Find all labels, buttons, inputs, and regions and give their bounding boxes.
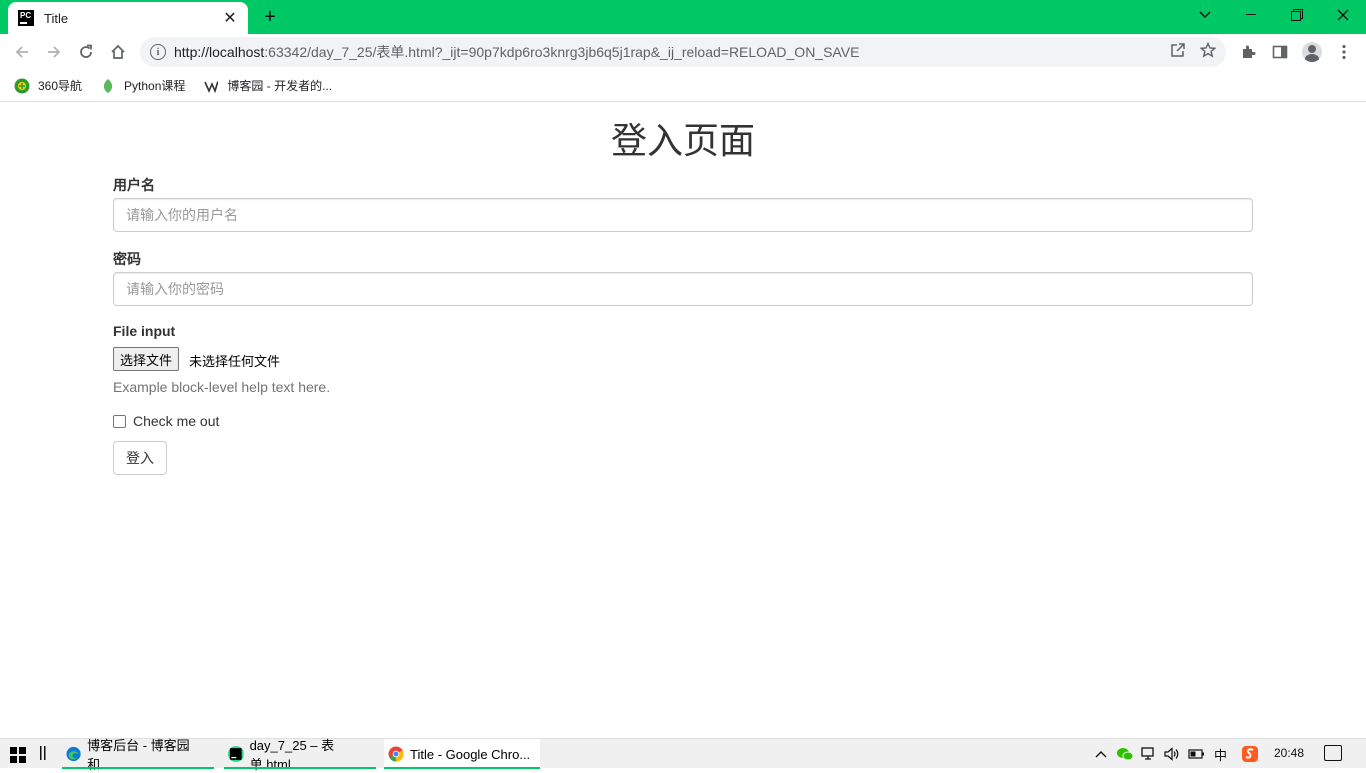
battery-icon[interactable] [1188,739,1206,769]
page-viewport: 登入页面 用户名 密码 File input 选择文件 未选择任何文件 Exam… [0,103,1366,738]
ime-indicator[interactable]: 中 [1214,739,1227,769]
close-window-icon[interactable] [1320,0,1366,30]
pycharm-taskbar-icon [228,746,244,762]
task-label: day_7_25 – 表单.html [249,738,335,772]
help-text: Example block-level help text here. [113,379,331,395]
new-tab-button[interactable]: + [258,6,282,28]
tab-search-icon[interactable] [1182,0,1228,30]
username-input[interactable] [113,198,1253,232]
tray-overflow-icon[interactable] [1094,739,1108,769]
close-tab-icon[interactable]: ✕ [222,8,238,28]
bookmarks-bar: 360导航 Python课程 博客园 - 开发者的... [0,70,1366,102]
taskbar-edge-window[interactable]: 博客后台 - 博客园 和... [62,738,214,772]
notification-icon[interactable] [1324,745,1342,761]
address-bar[interactable]: i http://localhost:63342/day_7_25/表单.htm… [140,37,1226,67]
leaf-icon [103,78,113,93]
clock[interactable]: 20:48 [1274,746,1304,760]
taskbar: 博客后台 - 博客园 和... day_7_25 – 表单.html Title… [0,738,1366,772]
file-status-text: 未选择任何文件 [189,355,281,370]
reload-icon[interactable] [72,38,100,66]
browser-tab[interactable]: PC Title ✕ [8,2,248,34]
chrome-icon [388,746,404,762]
network-icon[interactable] [1141,739,1157,769]
taskbar-pycharm-window[interactable]: day_7_25 – 表单.html [224,738,376,772]
share-icon[interactable] [1170,42,1186,62]
bookmark-label: 博客园 - 开发者的... [227,79,333,93]
sogou-icon[interactable] [1241,739,1259,769]
password-label: 密码 [113,251,141,267]
avatar-icon [1302,42,1322,62]
checkbox-label[interactable]: Check me out [133,413,219,429]
menu-icon[interactable] [1330,38,1358,66]
taskbar-chrome-window[interactable]: Title - Google Chro... [384,739,540,769]
task-view-icon[interactable] [40,746,46,763]
pycharm-icon: PC [18,10,34,26]
page-title: 登入页面 [610,120,755,161]
wechat-icon[interactable] [1116,739,1134,769]
task-label: Title - Google Chro... [410,746,531,762]
back-icon[interactable] [8,38,36,66]
extensions-icon[interactable] [1234,38,1262,66]
username-label: 用户名 [113,177,155,193]
tab-title: Title [44,10,69,26]
bookmark-python[interactable]: Python课程 [100,77,185,94]
restore-icon[interactable] [1274,0,1320,30]
home-icon[interactable] [104,38,132,66]
360-icon [14,78,30,93]
task-label: 博客后台 - 博客园 和... [87,738,190,772]
windows-start-icon[interactable] [10,747,26,763]
bookmark-label: 360导航 [38,79,83,93]
tab-strip: PC Title ✕ + [0,0,1366,34]
edge-icon [66,746,81,762]
side-panel-icon[interactable] [1266,38,1294,66]
cnblogs-icon [204,80,220,93]
bookmark-cnblogs[interactable]: 博客园 - 开发者的... [203,77,332,94]
forward-icon[interactable] [40,38,68,66]
check-me-out-checkbox[interactable] [113,415,126,428]
browser-toolbar: i http://localhost:63342/day_7_25/表单.htm… [0,34,1366,70]
minimize-icon[interactable] [1228,0,1274,30]
profile-avatar[interactable] [1298,38,1326,66]
file-input-label: File input [113,323,176,339]
password-input[interactable] [113,272,1253,306]
bookmark-star-icon[interactable] [1199,41,1217,62]
bookmark-label: Python课程 [124,79,186,93]
choose-file-button[interactable]: 选择文件 [113,347,180,371]
site-info-icon[interactable]: i [150,44,166,60]
volume-icon[interactable] [1164,739,1180,769]
bookmark-360[interactable]: 360导航 [14,77,82,94]
login-button[interactable]: 登入 [113,441,167,475]
url-text[interactable]: http://localhost:63342/day_7_25/表单.html?… [174,42,1170,62]
